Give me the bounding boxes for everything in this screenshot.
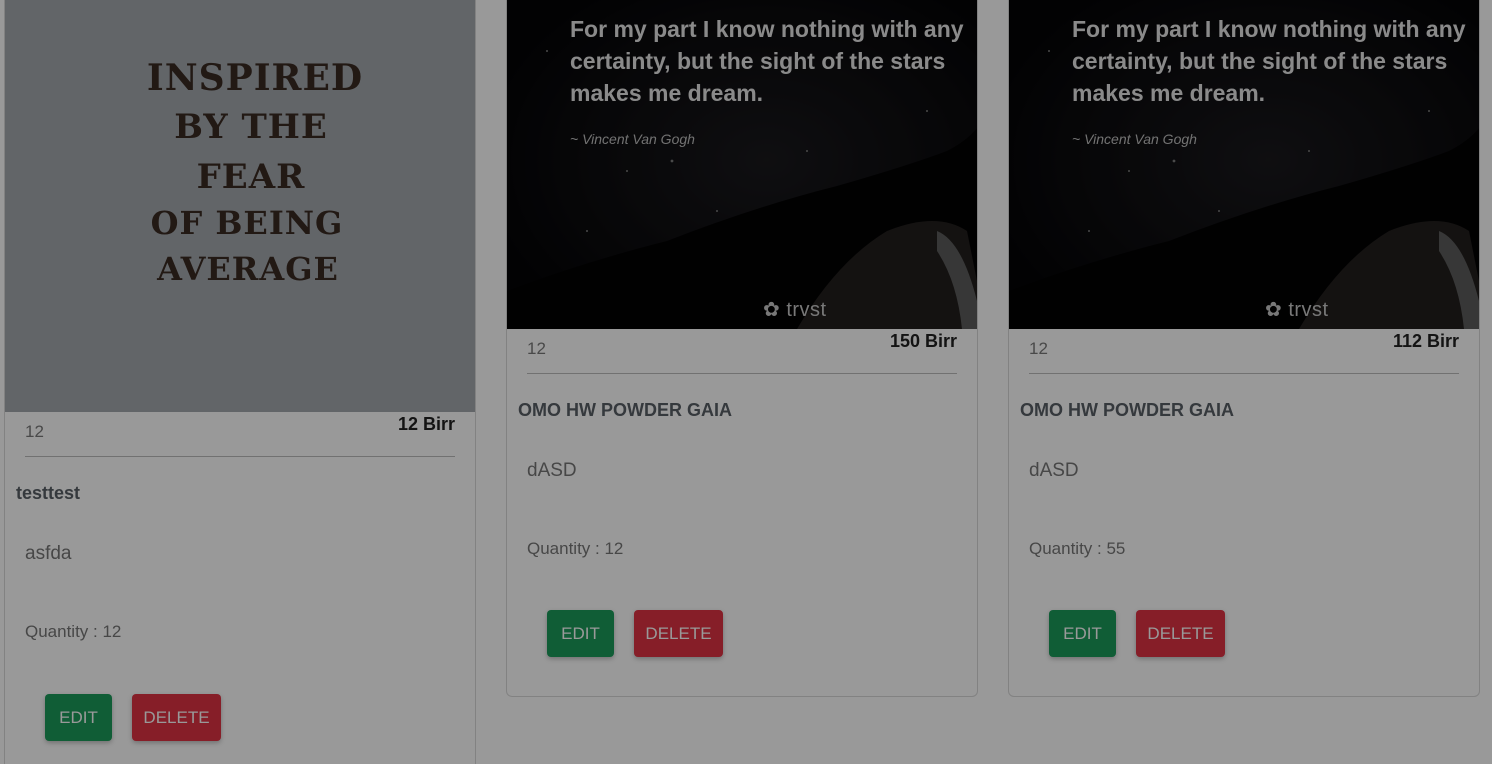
product-name: testtest xyxy=(16,483,81,503)
image-brand-logo: ✿ trvst xyxy=(1265,297,1329,322)
poster-line-5: AVERAGE xyxy=(156,250,339,288)
product-price: 150 Birr xyxy=(889,331,957,351)
product-sku: 12 xyxy=(527,339,546,358)
brand-icon: ✿ xyxy=(763,299,781,321)
poster-line-1: INSPIRED xyxy=(147,57,363,99)
product-card: INSPIRED BY THE FEAR OF BEING AVERAGE 12… xyxy=(4,0,476,764)
image-author: ~ Vincent Van Gogh xyxy=(570,131,695,147)
brand-text: trvst xyxy=(786,299,827,321)
image-quote: For my part I know nothing with any cert… xyxy=(1072,16,1466,106)
product-name: OMO HW POWDER GAIA xyxy=(518,400,732,420)
divider xyxy=(1029,373,1459,374)
divider xyxy=(527,373,957,374)
product-image: For my part I know nothing with any cert… xyxy=(1009,0,1479,329)
delete-button[interactable]: DELETE xyxy=(634,610,723,657)
product-price: 112 Birr xyxy=(1392,331,1459,351)
delete-button[interactable]: DELETE xyxy=(132,694,221,741)
product-card: For my part I know nothing with any cert… xyxy=(1008,0,1480,697)
image-quote: For my part I know nothing with any cert… xyxy=(570,16,964,106)
product-price: 12 Birr xyxy=(397,414,455,434)
product-sku: 12 xyxy=(25,422,44,441)
brand-icon: ✿ xyxy=(1265,299,1283,321)
product-card: For my part I know nothing with any cert… xyxy=(506,0,978,697)
image-author: ~ Vincent Van Gogh xyxy=(1072,131,1197,147)
product-description: dASD xyxy=(527,460,577,481)
inspired-poster-image: INSPIRED BY THE FEAR OF BEING AVERAGE xyxy=(5,0,475,412)
product-list-page: INSPIRED BY THE FEAR OF BEING AVERAGE 12… xyxy=(0,0,1492,764)
product-description: asfda xyxy=(25,543,72,564)
product-name: OMO HW POWDER GAIA xyxy=(1020,400,1234,420)
poster-line-4: OF BEING xyxy=(151,204,344,242)
product-description: dASD xyxy=(1029,460,1079,481)
product-image: INSPIRED BY THE FEAR OF BEING AVERAGE xyxy=(5,0,475,412)
product-quantity: Quantity : 12 xyxy=(527,539,624,558)
product-image: For my part I know nothing with any cert… xyxy=(507,0,977,329)
product-sku: 12 xyxy=(1029,339,1048,358)
image-brand-logo: ✿ trvst xyxy=(763,297,827,322)
edit-button[interactable]: EDIT xyxy=(45,694,112,741)
poster-line-3: FEAR xyxy=(197,157,306,197)
divider xyxy=(25,456,455,457)
product-quantity: Quantity : 12 xyxy=(25,622,122,641)
poster-line-2: BY THE xyxy=(174,107,328,147)
delete-button[interactable]: DELETE xyxy=(1136,610,1225,657)
brand-text: trvst xyxy=(1288,299,1329,321)
edit-button[interactable]: EDIT xyxy=(1049,610,1116,657)
edit-button[interactable]: EDIT xyxy=(547,610,614,657)
product-quantity: Quantity : 55 xyxy=(1029,539,1126,558)
